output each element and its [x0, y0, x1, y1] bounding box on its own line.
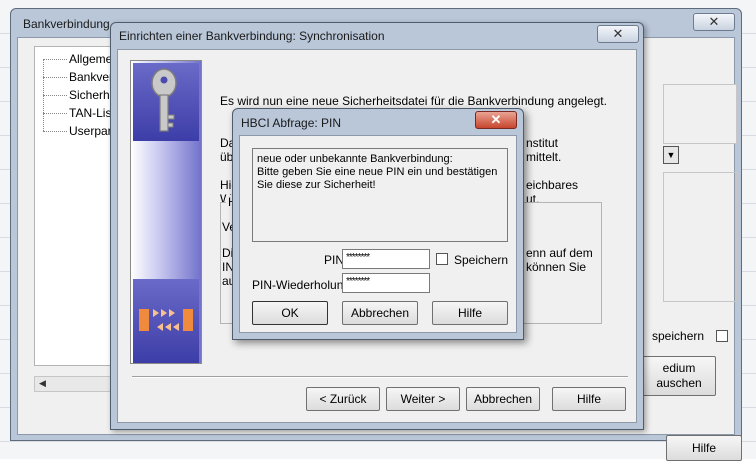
change-medium-button[interactable]: edium auschen	[642, 356, 716, 396]
pin-dialog: HBCI Abfrage: PIN ✕ neue oder unbekannte…	[232, 108, 524, 340]
back-button[interactable]: < Zurück	[306, 387, 380, 411]
save-pin-checkbox[interactable]	[436, 253, 448, 265]
pin-dialog-title: HBCI Abfrage: PIN	[241, 116, 342, 130]
ok-button[interactable]: OK	[252, 301, 328, 325]
separator	[132, 376, 628, 378]
intro-text: Es wird nun eine neue Sicherheitsdatei f…	[220, 94, 607, 108]
bank-help-button[interactable]: Hilfe	[666, 435, 742, 461]
right-group-box	[663, 84, 737, 144]
change-medium-label: edium auschen	[656, 361, 702, 390]
bank-window-title: Bankverbindung	[23, 17, 110, 31]
bank-window-close-button[interactable]: ✕	[693, 13, 735, 31]
key-icon	[133, 63, 199, 141]
pin-dialog-close-button[interactable]: ✕	[475, 111, 517, 129]
group-text-right: enn auf dem	[526, 246, 593, 260]
tree-connector	[43, 77, 67, 78]
scroll-left-icon[interactable]: ◀	[39, 378, 46, 389]
help-button[interactable]: Hilfe	[552, 387, 626, 411]
pin-label: PIN	[324, 253, 345, 267]
setup-window-title: Einrichten einer Bankverbindung: Synchro…	[119, 29, 385, 43]
tree-connector	[43, 59, 67, 60]
setup-window-close-button[interactable]: ✕	[597, 25, 639, 43]
save-checkbox[interactable]	[716, 330, 728, 342]
tree-connector	[43, 131, 67, 132]
pin-repeat-input[interactable]: ********	[342, 273, 430, 293]
pin-message-text: neue oder unbekannte Bankverbindung: Bit…	[252, 148, 508, 242]
cancel-button[interactable]: Abbrechen	[466, 387, 540, 411]
info-text-right: nstitut	[526, 136, 559, 150]
save-pin-label: Speichern	[454, 253, 509, 267]
right-group-box-2	[663, 172, 737, 302]
save-label: speichern	[652, 329, 705, 343]
pin-dialog-client: neue oder unbekannte Bankverbindung: Bit…	[239, 135, 517, 333]
pin-help-button[interactable]: Hilfe	[432, 301, 508, 325]
pin-repeat-label: PIN-Wiederholung	[252, 278, 351, 292]
sync-arrows-icon	[133, 279, 199, 363]
info-text-right: eichbares	[526, 178, 579, 192]
wizard-side-banner	[130, 60, 202, 364]
dropdown-arrow-icon[interactable]: ▼	[663, 146, 679, 164]
tree-connector	[43, 113, 67, 114]
tree-connector	[43, 95, 67, 96]
info-text-right: mittelt.	[526, 150, 562, 164]
pin-cancel-button[interactable]: Abbrechen	[342, 301, 418, 325]
pin-input[interactable]: ********	[342, 249, 430, 269]
next-button[interactable]: Weiter >	[386, 387, 460, 411]
group-text-right: können Sie	[526, 260, 587, 274]
